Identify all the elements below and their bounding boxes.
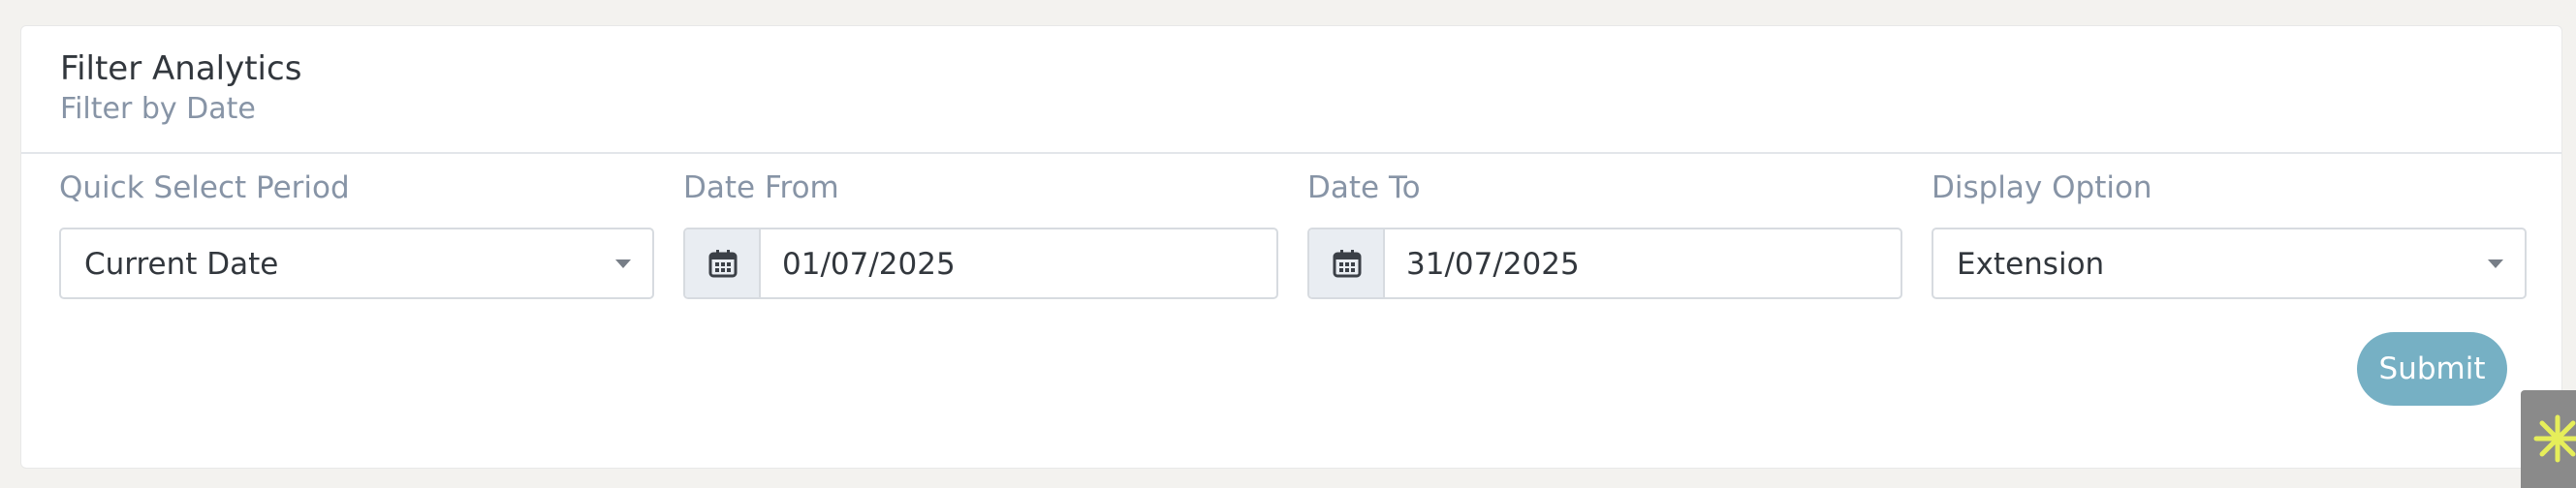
card-header: Filter Analytics Filter by Date: [21, 26, 2561, 154]
date-to-calendar-button[interactable]: [1309, 229, 1385, 297]
card-subtitle: Filter by Date: [60, 92, 256, 126]
card-title: Filter Analytics: [60, 49, 302, 88]
asterisk-icon: [2533, 414, 2576, 463]
quick-select-value: Current Date: [84, 247, 279, 282]
display-option-dropdown[interactable]: Extension: [1932, 228, 2527, 299]
display-option-value: Extension: [1957, 247, 2105, 282]
submit-button[interactable]: Submit: [2357, 332, 2507, 406]
date-to-field[interactable]: 31/07/2025: [1307, 228, 1902, 299]
quick-select-label: Quick Select Period: [59, 170, 350, 205]
display-option-label: Display Option: [1932, 170, 2152, 205]
date-from-label: Date From: [683, 170, 839, 205]
date-to-value: 31/07/2025: [1406, 247, 1580, 282]
date-from-calendar-button[interactable]: [685, 229, 761, 297]
calendar-icon: [708, 250, 738, 278]
date-from-value: 01/07/2025: [782, 247, 956, 282]
floating-widget-button[interactable]: [2521, 390, 2576, 488]
date-to-label: Date To: [1307, 170, 1421, 205]
calendar-icon: [1333, 250, 1362, 278]
quick-select-dropdown[interactable]: Current Date: [59, 228, 654, 299]
chevron-down-icon: [615, 259, 631, 268]
date-from-field[interactable]: 01/07/2025: [683, 228, 1278, 299]
chevron-down-icon: [2488, 259, 2503, 268]
